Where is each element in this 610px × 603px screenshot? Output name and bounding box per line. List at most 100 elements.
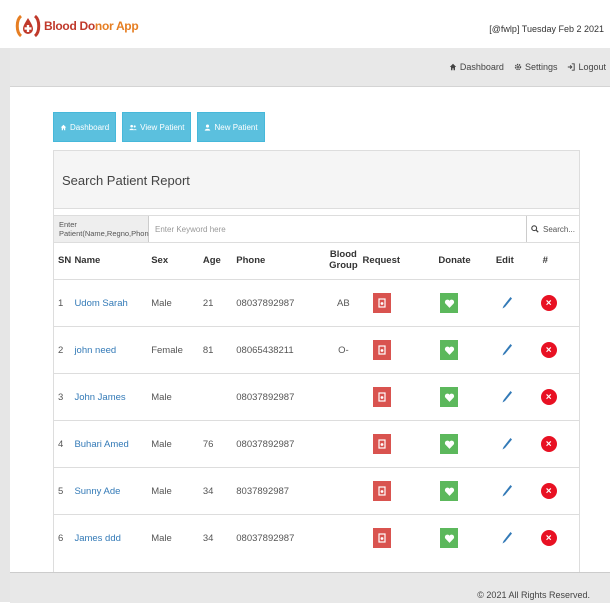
cell-edit bbox=[491, 514, 535, 561]
donate-button[interactable] bbox=[440, 528, 459, 548]
donate-button[interactable] bbox=[440, 481, 459, 501]
cell-sn: 6 bbox=[54, 514, 75, 561]
cell-donate bbox=[430, 467, 492, 515]
edit-button[interactable] bbox=[498, 434, 516, 454]
request-button[interactable] bbox=[372, 387, 391, 407]
cell-phone: 08037892987 bbox=[236, 279, 325, 327]
app-name: Blood Donor App bbox=[44, 19, 139, 33]
navbar: Dashboard Settings Logout bbox=[10, 48, 610, 87]
close-icon: × bbox=[545, 532, 552, 544]
gear-icon bbox=[514, 63, 522, 71]
search-icon bbox=[531, 225, 539, 233]
dashboard-button[interactable]: Dashboard bbox=[53, 112, 117, 142]
donate-button[interactable] bbox=[440, 340, 459, 360]
patient-table: SN Name Sex Age Phone Blood Group Reques… bbox=[54, 241, 579, 561]
edit-button[interactable] bbox=[498, 340, 516, 360]
nav-logout-link[interactable]: Logout bbox=[567, 62, 606, 72]
cell-request bbox=[362, 326, 431, 374]
cell-sn: 5 bbox=[54, 467, 75, 515]
cell-sn: 1 bbox=[54, 279, 75, 327]
cell-age: 21 bbox=[202, 279, 237, 327]
close-icon: × bbox=[545, 344, 552, 356]
table-row: 6 James ddd Male 34 08037892987 × bbox=[54, 514, 579, 561]
delete-button[interactable]: × bbox=[540, 436, 557, 452]
patient-name-link[interactable]: James ddd bbox=[74, 514, 152, 561]
search-bar: Enter Patient(Name,Regno,Phone) Search..… bbox=[54, 215, 579, 243]
cell-delete: × bbox=[534, 467, 579, 515]
nav-dashboard-link[interactable]: Dashboard bbox=[449, 62, 504, 72]
cell-request bbox=[362, 514, 431, 561]
cell-request bbox=[362, 420, 431, 468]
col-sn: SN bbox=[58, 254, 72, 266]
close-icon: × bbox=[545, 485, 552, 497]
cell-sex: Male bbox=[151, 373, 203, 421]
cell-delete: × bbox=[534, 420, 579, 468]
cell-blood-group bbox=[324, 420, 363, 468]
nav-settings-link[interactable]: Settings bbox=[514, 62, 557, 72]
edit-button[interactable] bbox=[498, 481, 516, 501]
delete-button[interactable]: × bbox=[540, 530, 557, 546]
footer: © 2021 All Rights Reserved. bbox=[10, 572, 610, 603]
col-blood-group: Blood Group bbox=[329, 249, 358, 271]
request-icon bbox=[377, 298, 386, 308]
patient-name-link[interactable]: Udom Sarah bbox=[74, 279, 152, 327]
cell-donate bbox=[430, 420, 492, 468]
table-header-row: SN Name Sex Age Phone Blood Group Reques… bbox=[54, 241, 579, 280]
edit-button[interactable] bbox=[498, 293, 516, 313]
pencil-icon bbox=[502, 485, 512, 497]
search-input[interactable] bbox=[149, 216, 526, 242]
close-icon: × bbox=[545, 438, 552, 450]
view-patient-button[interactable]: View Patient bbox=[122, 112, 192, 142]
pencil-icon bbox=[502, 532, 512, 544]
cell-blood-group bbox=[324, 514, 363, 561]
cell-phone: 08037892987 bbox=[236, 514, 325, 561]
table-row: 3 John James Male 08037892987 × bbox=[54, 373, 579, 421]
heart-icon bbox=[444, 299, 455, 308]
table-row: 2 john need Female 81 08065438211 O- × bbox=[54, 326, 579, 374]
cell-request bbox=[362, 279, 431, 327]
cell-age: 76 bbox=[202, 420, 237, 468]
pencil-icon bbox=[502, 438, 512, 450]
heart-icon bbox=[444, 487, 455, 496]
top-header: Blood Donor App [@fwlp] Tuesday Feb 2 20… bbox=[0, 0, 610, 48]
cell-blood-group: AB bbox=[324, 279, 363, 327]
patient-name-link[interactable]: john need bbox=[74, 326, 152, 374]
cell-blood-group bbox=[324, 467, 363, 515]
donate-button[interactable] bbox=[440, 387, 459, 407]
app-logo[interactable]: Blood Donor App bbox=[14, 12, 139, 40]
delete-button[interactable]: × bbox=[540, 295, 557, 311]
request-icon bbox=[377, 439, 386, 449]
pencil-icon bbox=[502, 297, 512, 309]
donate-button[interactable] bbox=[440, 293, 459, 313]
heart-icon bbox=[444, 393, 455, 402]
request-button[interactable] bbox=[372, 481, 391, 501]
request-button[interactable] bbox=[372, 293, 391, 313]
col-name: Name bbox=[74, 254, 101, 266]
table-row: 4 Buhari Amed Male 76 08037892987 × bbox=[54, 420, 579, 468]
cell-delete: × bbox=[534, 373, 579, 421]
delete-button[interactable]: × bbox=[540, 389, 557, 405]
request-button[interactable] bbox=[372, 528, 391, 548]
request-button[interactable] bbox=[372, 340, 391, 360]
delete-button[interactable]: × bbox=[540, 342, 557, 358]
patient-name-link[interactable]: Sunny Ade bbox=[74, 467, 152, 515]
col-age: Age bbox=[202, 254, 221, 266]
delete-button[interactable]: × bbox=[540, 483, 557, 499]
logout-icon bbox=[568, 63, 576, 71]
users-icon bbox=[129, 124, 137, 130]
request-icon bbox=[377, 486, 386, 496]
donate-button[interactable] bbox=[440, 434, 459, 454]
request-button[interactable] bbox=[372, 434, 391, 454]
heart-icon bbox=[444, 440, 455, 449]
cell-blood-group bbox=[324, 373, 363, 421]
cell-blood-group: O- bbox=[324, 326, 363, 374]
edit-button[interactable] bbox=[498, 387, 516, 407]
edit-button[interactable] bbox=[498, 528, 516, 548]
heart-icon bbox=[444, 346, 455, 355]
new-patient-button[interactable]: New Patient bbox=[197, 112, 265, 142]
search-button[interactable]: Search... bbox=[526, 216, 579, 242]
copyright-text: © 2021 All Rights Reserved. bbox=[477, 590, 590, 600]
col-edit: Edit bbox=[495, 254, 514, 266]
patient-name-link[interactable]: John James bbox=[74, 373, 152, 421]
patient-name-link[interactable]: Buhari Amed bbox=[74, 420, 152, 468]
